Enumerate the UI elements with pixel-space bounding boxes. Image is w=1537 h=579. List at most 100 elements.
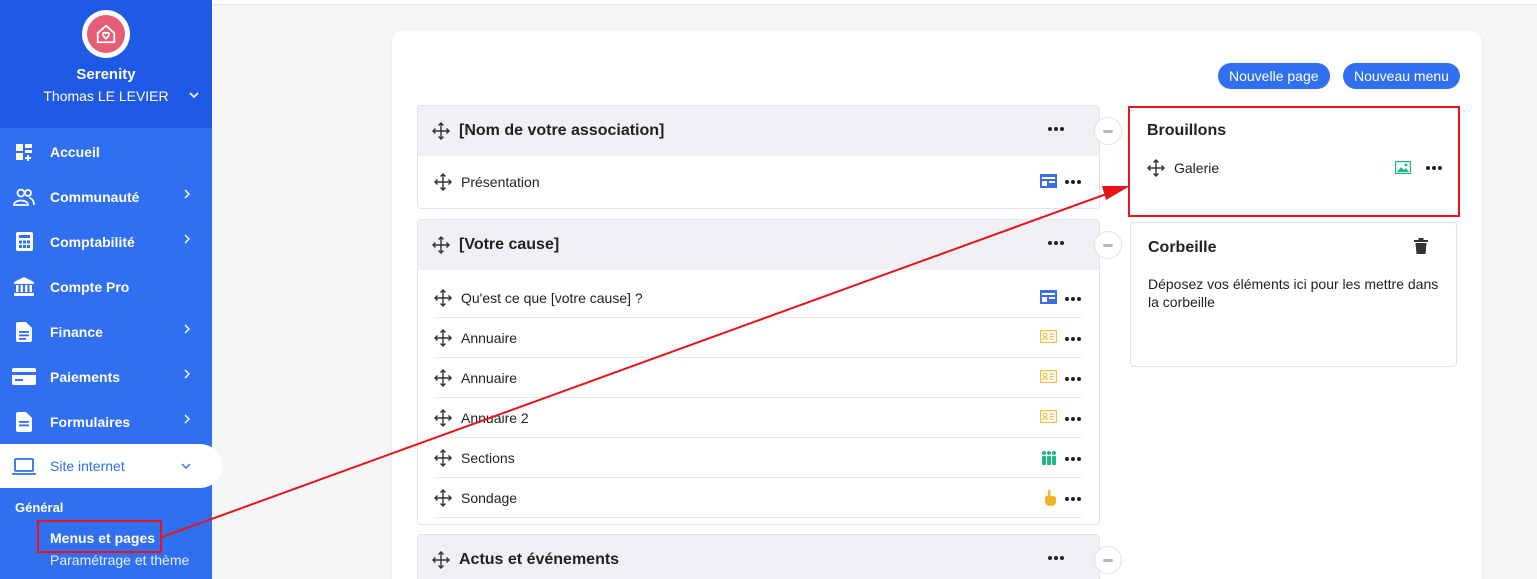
org-name: Serenity — [76, 66, 136, 83]
page-label: Sections — [461, 449, 515, 466]
page-row[interactable]: Annuaire — [434, 318, 1082, 358]
menu-block: Actus et événements — [417, 534, 1122, 579]
page-label: Galerie — [1174, 160, 1220, 176]
drag-handle-icon[interactable] — [432, 122, 450, 140]
page-row[interactable]: Présentation — [434, 156, 1082, 208]
drag-handle-icon[interactable] — [432, 551, 450, 569]
menu-block: [Votre cause] Qu'est ce que [votre cause… — [417, 219, 1122, 525]
new-page-button[interactable]: Nouvelle page — [1218, 63, 1330, 89]
document-icon — [16, 321, 32, 342]
contact-card-icon — [1040, 410, 1057, 423]
menu-header[interactable]: [Nom de votre association] — [418, 106, 1122, 156]
submenu-item-menus-pages[interactable]: Menus et pages — [0, 530, 212, 546]
page-label: Annuaire — [461, 369, 518, 386]
sidebar-item-label: Paiements — [50, 368, 121, 385]
sidebar-item-accueil[interactable]: Accueil — [0, 129, 212, 174]
dashboard-icon — [16, 143, 32, 161]
sidebar-item-paiements[interactable]: Paiements — [0, 354, 212, 399]
calculator-icon — [15, 232, 33, 251]
laptop-icon — [12, 457, 36, 475]
drag-handle-icon[interactable] — [434, 448, 452, 467]
menu-block: [Nom de votre association] Présentation — [417, 105, 1122, 209]
collapse-button[interactable] — [1094, 546, 1122, 574]
page-row[interactable]: Sections — [434, 438, 1082, 478]
org-logo[interactable] — [82, 10, 130, 58]
drag-handle-icon[interactable] — [434, 368, 452, 387]
submenu-item-parametrage[interactable]: Paramétrage et thème — [0, 552, 212, 568]
collapse-button[interactable] — [1094, 231, 1122, 259]
sidebar-header: Serenity Thomas LE LEVIER — [0, 0, 212, 128]
chevron-right-icon — [184, 369, 190, 379]
draft-item[interactable]: Galerie — [1147, 159, 1443, 177]
page-row[interactable]: Sondage — [434, 478, 1082, 518]
drafts-box: Brouillons Galerie — [1130, 107, 1457, 215]
contact-card-icon — [1040, 330, 1057, 343]
new-menu-button[interactable]: Nouveau menu — [1343, 63, 1460, 89]
layout-icon — [1040, 290, 1057, 304]
credit-card-icon — [12, 368, 36, 385]
sidebar-item-communaute[interactable]: Communauté — [0, 174, 212, 219]
menu-title: Actus et événements — [459, 551, 620, 568]
sidebar-item-label: Communauté — [50, 188, 140, 205]
menu-header[interactable]: [Votre cause] — [418, 220, 1122, 270]
page-row[interactable]: Annuaire 2 — [434, 398, 1082, 438]
chevron-down-icon — [189, 92, 199, 99]
sidebar-item-site-internet[interactable]: Site internet — [0, 444, 222, 488]
trash-icon — [1414, 238, 1428, 254]
more-options-icon[interactable] — [1064, 490, 1082, 508]
trash-box[interactable]: Corbeille Déposez vos éléments ici pour … — [1130, 222, 1457, 367]
menu-title: [Votre cause] — [459, 236, 560, 253]
bank-icon — [14, 277, 34, 296]
menu-title: [Nom de votre association] — [459, 122, 665, 139]
more-options-icon[interactable] — [1064, 330, 1082, 348]
chevron-right-icon — [184, 324, 190, 334]
sidebar-item-formulaires[interactable]: Formulaires — [0, 399, 212, 444]
layout-icon — [1040, 174, 1057, 188]
heart-home-icon — [96, 24, 116, 44]
menu-header[interactable]: Actus et événements — [418, 535, 1122, 579]
more-options-icon[interactable] — [1047, 234, 1065, 252]
image-icon — [1395, 161, 1411, 174]
minus-icon — [1103, 129, 1113, 133]
chevron-right-icon — [184, 234, 190, 244]
sidebar-nav: Accueil Communauté Comptabilité Compte P… — [0, 129, 222, 488]
sidebar-item-compte-pro[interactable]: Compte Pro — [0, 264, 212, 309]
submenu-section-general: Général — [15, 500, 64, 515]
more-options-icon[interactable] — [1064, 370, 1082, 388]
hand-pointer-icon — [1045, 490, 1056, 506]
drag-handle-icon[interactable] — [434, 173, 452, 191]
more-options-icon[interactable] — [1064, 173, 1082, 191]
sidebar-item-finance[interactable]: Finance — [0, 309, 212, 354]
drag-handle-icon[interactable] — [434, 328, 452, 347]
more-options-icon[interactable] — [1425, 159, 1443, 177]
group-icon — [1042, 451, 1056, 465]
collapse-button[interactable] — [1094, 117, 1122, 145]
more-options-icon[interactable] — [1064, 290, 1082, 308]
contact-card-icon — [1040, 370, 1057, 383]
sidebar-item-comptabilite[interactable]: Comptabilité — [0, 219, 212, 264]
sidebar-item-label: Site internet — [50, 458, 125, 474]
drag-handle-icon[interactable] — [434, 288, 452, 307]
minus-icon — [1103, 243, 1113, 247]
drafts-title: Brouillons — [1147, 122, 1227, 139]
page-label: Annuaire 2 — [461, 409, 529, 426]
sidebar: Serenity Thomas LE LEVIER Accueil Commun… — [0, 0, 222, 579]
drag-handle-icon[interactable] — [432, 236, 450, 254]
more-options-icon[interactable] — [1064, 450, 1082, 468]
page-label: Sondage — [461, 489, 518, 506]
more-options-icon[interactable] — [1047, 549, 1065, 567]
drag-handle-icon[interactable] — [1147, 159, 1165, 177]
top-bar — [212, 0, 1537, 5]
menus-pages-panel: Nouvelle page Nouveau menu [Nom de votre… — [392, 30, 1482, 579]
users-icon — [13, 188, 35, 206]
drag-handle-icon[interactable] — [434, 488, 452, 507]
more-options-icon[interactable] — [1047, 120, 1065, 138]
page-row[interactable]: Annuaire — [434, 358, 1082, 398]
trash-title: Corbeille — [1148, 239, 1217, 256]
more-options-icon[interactable] — [1064, 410, 1082, 428]
page-row[interactable]: Qu'est ce que [votre cause] ? — [434, 278, 1082, 318]
user-switcher[interactable]: Thomas LE LEVIER — [0, 88, 212, 104]
minus-icon — [1103, 558, 1113, 562]
chevron-right-icon — [184, 189, 190, 199]
drag-handle-icon[interactable] — [434, 408, 452, 427]
